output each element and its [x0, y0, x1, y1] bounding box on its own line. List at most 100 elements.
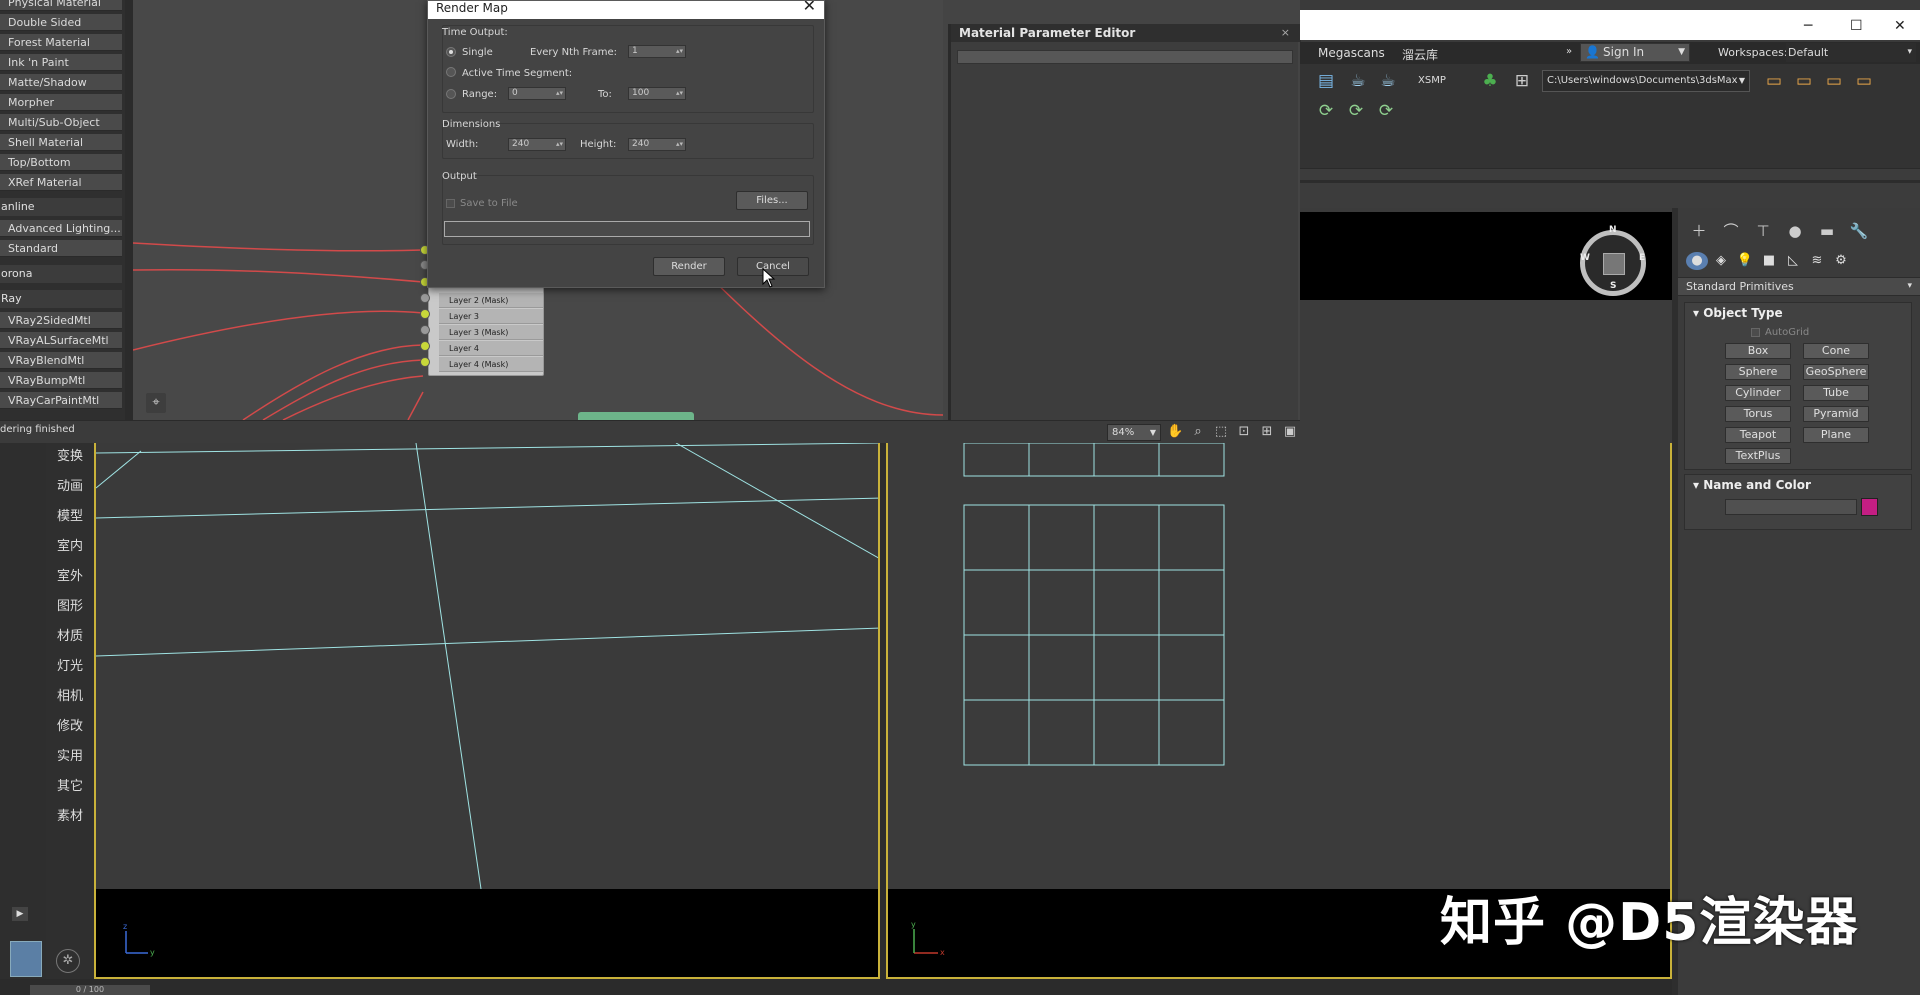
box-button[interactable]: Box	[1725, 343, 1791, 359]
menu-cameras[interactable]: 相机	[46, 685, 94, 704]
create-tab-icon[interactable]: ＋	[1686, 220, 1712, 242]
workspace-select[interactable]: Default ▾	[1786, 43, 1916, 62]
pyramid-button[interactable]: Pyramid	[1803, 406, 1869, 422]
width-spinner[interactable]: 240 ▴▾	[508, 138, 566, 151]
height-spinner[interactable]: 240 ▴▾	[628, 138, 686, 151]
play-icon[interactable]: ▶	[12, 907, 28, 921]
zoom-region-icon[interactable]: ⬚	[1213, 424, 1229, 440]
menu-other[interactable]: 其它	[46, 775, 94, 794]
rendered-frame-icon[interactable]: ☕	[1346, 70, 1370, 92]
shapes-icon[interactable]: ◈	[1710, 252, 1732, 270]
browser-group-header[interactable]: anline	[0, 198, 122, 216]
save-to-file-checkbox[interactable]	[446, 199, 455, 208]
zoom-extents-icon[interactable]: ⊡	[1236, 424, 1252, 440]
project-icon[interactable]: ▭	[1792, 70, 1816, 92]
viewcube-compass[interactable]: N S E W	[1580, 225, 1646, 296]
systems-icon[interactable]: ⚙	[1830, 252, 1852, 270]
browser-group-header[interactable]: Ray	[0, 290, 122, 308]
settings-gear-icon[interactable]: ✲	[56, 949, 80, 973]
files-button[interactable]: Files...	[736, 191, 808, 210]
socket-dot[interactable]	[420, 293, 430, 303]
textplus-button[interactable]: TextPlus	[1725, 448, 1791, 464]
close-button[interactable]: ✕	[1894, 18, 1906, 34]
category-select[interactable]: Standard Primitives ▾	[1678, 277, 1920, 296]
node-slot[interactable]: Layer 2 (Mask)	[439, 293, 543, 308]
browser-item[interactable]: VRayALSurfaceMtl	[0, 332, 122, 349]
menu-animation[interactable]: 动画	[46, 475, 94, 494]
render-button[interactable]: Render	[653, 257, 725, 276]
menu-shapes[interactable]: 图形	[46, 595, 94, 614]
modify-tab-icon[interactable]: ⌒	[1718, 220, 1744, 242]
range-from-spinner[interactable]: 0 ▴▾	[508, 87, 566, 100]
every-nth-spinner[interactable]: 1 ▴▾	[628, 45, 686, 58]
browser-item[interactable]: Standard	[0, 240, 122, 257]
motion-tab-icon[interactable]: ●	[1782, 220, 1808, 242]
material-node[interactable]: Layer 2 (Mask) Layer 3 Layer 3 (Mask) La…	[428, 284, 544, 376]
cylinder-button[interactable]: Cylinder	[1725, 385, 1791, 401]
tool-icon[interactable]: ⟳	[1344, 100, 1368, 122]
geosphere-button[interactable]: GeoSphere	[1803, 364, 1869, 380]
menu-exterior[interactable]: 室外	[46, 565, 94, 584]
plane-button[interactable]: Plane	[1803, 427, 1869, 443]
range-radio[interactable]	[446, 89, 456, 99]
browser-item[interactable]: Physical Material	[0, 0, 122, 11]
xsmp-label[interactable]: XSMP	[1418, 75, 1446, 86]
browser-group-header[interactable]: orona	[0, 265, 122, 283]
browser-item[interactable]: Double Sided	[0, 14, 122, 31]
zoom-selected-icon[interactable]: ⊞	[1259, 424, 1275, 440]
rollout-title[interactable]: ▾ Object Type	[1693, 306, 1783, 320]
viewport-lower-area[interactable]: y z	[94, 889, 880, 979]
browser-item[interactable]: Multi/Sub-Object	[0, 114, 122, 131]
node-slot[interactable]: Layer 3 (Mask)	[439, 325, 543, 340]
tool-icon[interactable]: ⟳	[1314, 100, 1338, 122]
single-radio[interactable]	[446, 47, 456, 57]
teapot-button[interactable]: Teapot	[1725, 427, 1791, 443]
perspective-viewport[interactable]	[94, 443, 880, 889]
display-tab-icon[interactable]: ▬	[1814, 220, 1840, 242]
menu-transform[interactable]: 变换	[46, 445, 94, 464]
render-setup-icon[interactable]: ▤	[1314, 70, 1338, 92]
socket-dot[interactable]	[420, 309, 430, 319]
sign-in-dropdown[interactable]: 👤 Sign In ▼	[1580, 43, 1690, 62]
menu-overflow-icon[interactable]: »	[1566, 46, 1572, 57]
utilities-tab-icon[interactable]: 🔧	[1846, 220, 1872, 242]
browser-item[interactable]: VRayBumpMtl	[0, 372, 122, 389]
browser-item[interactable]: XRef Material	[0, 174, 122, 191]
sphere-button[interactable]: Sphere	[1725, 364, 1791, 380]
range-to-spinner[interactable]: 100 ▴▾	[628, 87, 686, 100]
socket-dot[interactable]	[420, 357, 430, 367]
time-slider-value[interactable]: 0 / 100	[30, 985, 150, 995]
menu-model[interactable]: 模型	[46, 505, 94, 524]
close-icon[interactable]: ×	[1281, 24, 1290, 42]
lights-icon[interactable]: 💡	[1734, 252, 1756, 270]
object-color-swatch[interactable]	[1861, 498, 1878, 516]
render-production-icon[interactable]: ☕	[1376, 70, 1400, 92]
project-icon[interactable]: ▭	[1822, 70, 1846, 92]
autogrid-checkbox[interactable]	[1751, 328, 1760, 337]
browser-item[interactable]: Forest Material	[0, 34, 122, 51]
zoom-select[interactable]: 84% ▼	[1107, 424, 1161, 441]
browser-scrollbar[interactable]	[125, 0, 133, 420]
front-viewport[interactable]	[886, 443, 1672, 889]
layout-icon[interactable]	[10, 941, 42, 977]
helpers-icon[interactable]: ◺	[1782, 252, 1804, 270]
maximize-button[interactable]: ☐	[1850, 18, 1863, 34]
project-icon[interactable]: ▭	[1762, 70, 1786, 92]
cameras-icon[interactable]: ■	[1758, 252, 1780, 270]
torus-button[interactable]: Torus	[1725, 406, 1791, 422]
menu-lights[interactable]: 灯光	[46, 655, 94, 674]
node-slot[interactable]: Layer 4	[439, 341, 543, 356]
plugin-icon[interactable]: ♣	[1478, 70, 1502, 92]
close-icon[interactable]: ✕	[803, 1, 816, 14]
object-name-input[interactable]	[1725, 499, 1857, 515]
active-segment-radio[interactable]	[446, 67, 456, 77]
browser-item[interactable]: Matte/Shadow	[0, 74, 122, 91]
frame-all-icon[interactable]: ▣	[1282, 424, 1298, 440]
hierarchy-tab-icon[interactable]: ⊤	[1750, 220, 1776, 242]
menu-utilities[interactable]: 实用	[46, 745, 94, 764]
space-warps-icon[interactable]: ≋	[1806, 252, 1828, 270]
browser-item[interactable]: VRayCarPaintMtl	[0, 392, 122, 409]
tube-button[interactable]: Tube	[1803, 385, 1869, 401]
binoculars-icon[interactable]: ⌖	[146, 393, 166, 413]
menu-modify[interactable]: 修改	[46, 715, 94, 734]
